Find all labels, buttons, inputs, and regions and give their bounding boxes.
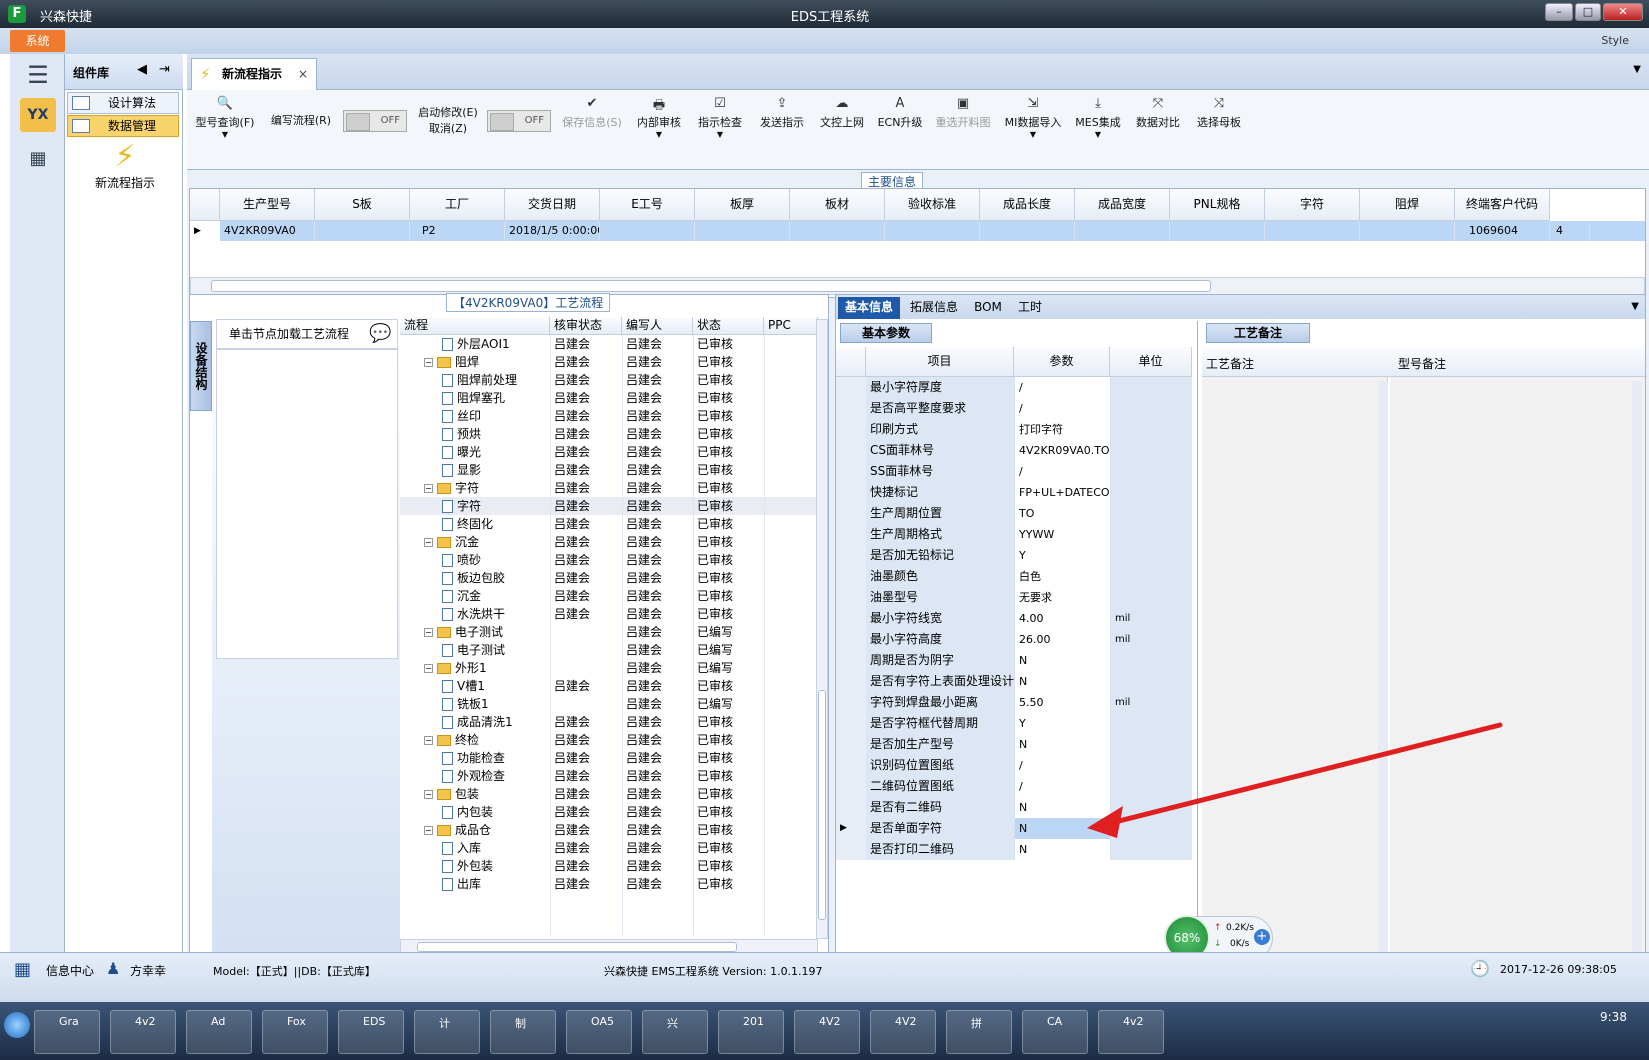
- library-item-design-algorithm[interactable]: 设计算法: [67, 92, 179, 114]
- user-icon: ♟: [106, 959, 121, 978]
- taskbar-app[interactable]: 4V2: [870, 1010, 936, 1054]
- library-item-label: 数据管理: [108, 119, 157, 133]
- taskbar-app[interactable]: Gra: [34, 1010, 100, 1054]
- taskbar-app[interactable]: CA: [1022, 1010, 1088, 1054]
- taskbar-app-label: Gra: [59, 1015, 79, 1028]
- component-library-panel: 组件库 ◀ ⇥ 设计算法 数据管理 ⚡ 新流程指示: [65, 54, 183, 1004]
- taskbar-app-label: 拼: [971, 1017, 982, 1030]
- component-library-title: 组件库: [73, 66, 110, 80]
- current-user: 方幸幸: [130, 964, 167, 978]
- taskbar-app-label: 4V2: [895, 1015, 917, 1028]
- status-datetime: 2017-12-26 09:38:05: [1500, 963, 1617, 976]
- version-info: 兴森快捷 EMS工程系统 Version: 1.0.1.197: [604, 965, 823, 978]
- app-title: 兴森快捷: [40, 10, 93, 25]
- start-button[interactable]: [4, 1012, 30, 1038]
- taskbar-app-label: 兴: [667, 1017, 678, 1030]
- menu-bar: 系统 Style: [0, 28, 1649, 54]
- taskbar-app[interactable]: Ad: [186, 1010, 252, 1054]
- taskbar-app[interactable]: 4V2: [794, 1010, 860, 1054]
- taskbar-app[interactable]: Fox: [262, 1010, 328, 1054]
- taskbar-app[interactable]: 201: [718, 1010, 784, 1054]
- taskbar-app[interactable]: 4v2: [1098, 1010, 1164, 1054]
- status-bar: ▦ 信息中心 ♟ 方幸幸 Model:【正式】||DB:【正式库】 兴森快捷 E…: [0, 952, 1649, 1002]
- library-item-data-management[interactable]: 数据管理: [67, 115, 179, 137]
- left-icon-bar: ☰ YX ▦: [10, 54, 65, 1004]
- taskbar-app[interactable]: 兴: [642, 1010, 708, 1054]
- taskbar-app[interactable]: EDS: [338, 1010, 404, 1054]
- taskbar-clock[interactable]: 9:38: [1600, 1010, 1627, 1024]
- taskbar-app[interactable]: 4v2: [110, 1010, 176, 1054]
- taskbar-app-label: Ad: [211, 1015, 226, 1028]
- table-icon: [72, 96, 90, 110]
- main-area: ⚡ 新流程指示 × ▼ 🔍 型号查询(F) ▼ 编写流程(R) OFF 启动修改…: [187, 54, 1649, 1004]
- pin-icon[interactable]: ⇥: [159, 62, 170, 77]
- hamburger-menu-icon[interactable]: ☰: [20, 58, 56, 92]
- taskbar-app[interactable]: OA5: [566, 1010, 632, 1054]
- new-flow-tile[interactable]: ⚡ 新流程指示: [85, 140, 165, 191]
- grid-icon: ▦: [14, 959, 32, 980]
- clock-icon: 🕘: [1470, 959, 1490, 978]
- title-bar: F 兴森快捷 EDS工程系统 – □ ✕: [0, 0, 1649, 28]
- taskbar-app-label: 201: [743, 1015, 764, 1028]
- taskbar-app[interactable]: 拼: [946, 1010, 1012, 1054]
- taskbar-app-label: 计: [439, 1017, 450, 1030]
- window-title: EDS工程系统: [790, 10, 870, 25]
- library-item-label: 设计算法: [108, 96, 157, 110]
- table-icon: [72, 119, 90, 133]
- new-flow-tile-label: 新流程指示: [94, 176, 155, 190]
- taskbar-app-label: CA: [1047, 1015, 1063, 1028]
- style-menu[interactable]: Style: [1601, 34, 1629, 47]
- taskbar-app-label: EDS: [363, 1015, 386, 1028]
- lightning-icon: ⚡: [114, 139, 136, 174]
- taskbar-app-label: 制: [515, 1017, 526, 1030]
- calculator-icon[interactable]: ▦: [20, 142, 56, 176]
- info-center-link[interactable]: 信息中心: [46, 962, 94, 979]
- system-menu[interactable]: 系统: [10, 30, 65, 52]
- taskbar-app[interactable]: 制: [490, 1010, 556, 1054]
- yx-module-icon[interactable]: YX: [20, 98, 56, 132]
- collapse-left-icon[interactable]: ◀: [137, 62, 147, 77]
- taskbar-app-label: 4v2: [135, 1015, 156, 1028]
- taskbar-app-label: 4v2: [1123, 1015, 1144, 1028]
- taskbar-app-label: OA5: [591, 1015, 614, 1028]
- component-library-header: 组件库 ◀ ⇥: [65, 54, 183, 90]
- taskbar-app-label: 4V2: [819, 1015, 841, 1028]
- model-db-info: Model:【正式】||DB:【正式库】: [213, 965, 376, 978]
- minimize-button[interactable]: –: [1545, 3, 1573, 21]
- annotation-arrow: [1087, 722, 1503, 838]
- taskbar-app-label: Fox: [287, 1015, 306, 1028]
- close-window-button[interactable]: ✕: [1603, 3, 1643, 21]
- os-taskbar: 9:38 Gra 4v2 Ad Fox EDS 计 制 OA5 兴 201 4V2 4V2 拼 CA 4v2: [0, 1002, 1649, 1060]
- taskbar-app[interactable]: 计: [414, 1010, 480, 1054]
- app-logo-icon: F: [8, 5, 26, 23]
- maximize-button[interactable]: □: [1575, 3, 1601, 21]
